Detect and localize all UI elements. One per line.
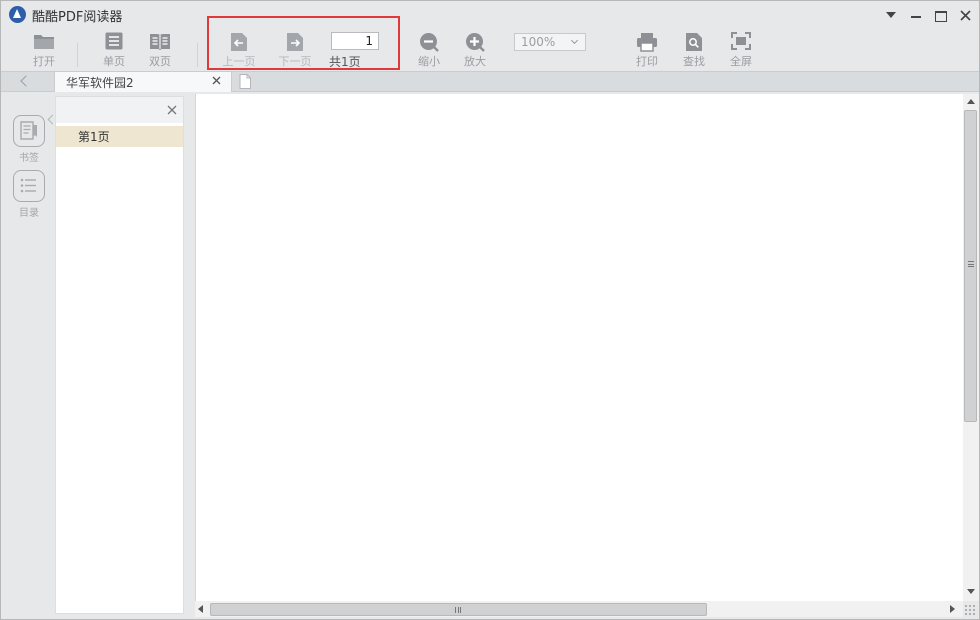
toolbar-separator xyxy=(77,43,78,67)
resize-grip-icon[interactable] xyxy=(964,604,976,616)
navigation-highlight-box xyxy=(207,16,400,70)
app-title: 酷酷PDF阅读器 xyxy=(32,10,123,25)
find-button[interactable]: 查找 xyxy=(671,29,717,71)
app-logo-icon xyxy=(9,6,26,23)
single-page-label: 单页 xyxy=(103,55,125,68)
single-page-button[interactable]: 单页 xyxy=(91,29,137,71)
zoom-out-icon xyxy=(420,33,439,52)
double-page-icon xyxy=(150,34,170,50)
zoom-level-value: 100% xyxy=(521,35,556,49)
bookmark-panel-header xyxy=(56,97,183,123)
fullscreen-button[interactable]: 全屏 xyxy=(718,29,764,71)
bookmarks-tab[interactable]: 书签 xyxy=(11,115,47,165)
toc-tab[interactable]: 目录 xyxy=(11,170,47,220)
document-tab-title: 华军软件园2 xyxy=(66,76,134,90)
document-tab[interactable]: 华军软件园2 xyxy=(54,72,232,92)
toolbar: 打开 单页 双页 上一页 下一页 1 共1页 缩小 放大 100% 打印 查找 … xyxy=(1,29,979,71)
grip-icon xyxy=(455,607,461,613)
double-page-label: 双页 xyxy=(149,55,171,68)
list-icon xyxy=(13,170,45,202)
zoom-in-label: 放大 xyxy=(464,55,486,68)
open-label: 打开 xyxy=(33,55,55,68)
menu-dropdown-icon[interactable] xyxy=(880,5,902,25)
print-button[interactable]: 打印 xyxy=(624,29,670,71)
bookmarks-label: 书签 xyxy=(19,153,39,164)
close-panel-icon[interactable] xyxy=(167,105,177,115)
bookmark-item[interactable]: 第1页 xyxy=(56,126,183,147)
zoom-in-icon xyxy=(466,33,485,52)
document-view[interactable] xyxy=(195,94,963,601)
toc-label: 目录 xyxy=(19,208,39,219)
print-label: 打印 xyxy=(636,55,658,68)
scroll-right-icon[interactable] xyxy=(950,605,955,613)
close-button[interactable] xyxy=(955,5,977,25)
horizontal-scrollbar[interactable] xyxy=(195,601,963,617)
title-bar: 酷酷PDF阅读器 xyxy=(1,1,979,29)
new-document-icon[interactable] xyxy=(237,73,253,90)
double-page-button[interactable]: 双页 xyxy=(137,29,183,71)
zoom-in-button[interactable]: 放大 xyxy=(452,29,498,71)
document-tab-strip: 华军软件园2 xyxy=(1,71,979,92)
printer-icon xyxy=(637,33,657,52)
single-page-icon xyxy=(105,32,123,50)
zoom-out-button[interactable]: 缩小 xyxy=(406,29,452,71)
find-document-icon xyxy=(686,33,702,51)
zoom-level-select[interactable]: 100% xyxy=(514,33,586,51)
bookmark-icon xyxy=(13,115,45,147)
maximize-button[interactable] xyxy=(930,5,952,25)
find-label: 查找 xyxy=(683,55,705,68)
close-icon xyxy=(960,10,971,21)
chevron-left-icon[interactable] xyxy=(5,72,49,91)
folder-icon xyxy=(34,35,54,49)
zoom-out-label: 缩小 xyxy=(418,55,440,68)
bookmark-item-label: 第1页 xyxy=(78,130,110,144)
scroll-down-icon[interactable] xyxy=(967,589,975,594)
toolbar-separator xyxy=(197,43,198,67)
scroll-up-icon[interactable] xyxy=(967,99,975,104)
close-tab-icon[interactable] xyxy=(212,76,221,85)
minimize-button[interactable] xyxy=(906,5,928,25)
vertical-scrollbar[interactable] xyxy=(963,94,979,601)
scroll-left-icon[interactable] xyxy=(198,605,203,613)
open-button[interactable]: 打开 xyxy=(21,29,67,71)
fullscreen-icon xyxy=(731,32,751,50)
fullscreen-label: 全屏 xyxy=(730,55,752,68)
bookmark-panel: 第1页 xyxy=(55,96,184,614)
left-sidebar-rail: 书签 目录 xyxy=(5,94,53,619)
vertical-scroll-thumb[interactable] xyxy=(964,110,977,422)
grip-icon xyxy=(968,261,974,267)
app-window: 酷酷PDF阅读器 打开 单页 双页 上一页 下一页 1 共1页 缩小 放大 10… xyxy=(0,0,980,620)
horizontal-scroll-thumb[interactable] xyxy=(210,603,707,616)
chevron-down-icon xyxy=(570,36,579,45)
